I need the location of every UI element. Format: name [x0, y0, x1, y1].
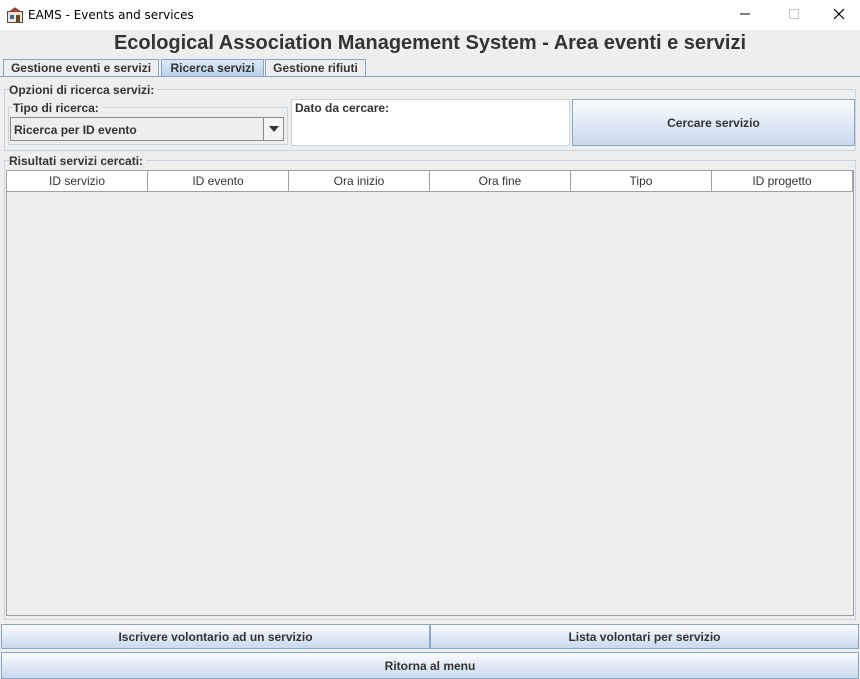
- search-type-select[interactable]: Ricerca per ID evento: [10, 117, 284, 141]
- window-title: EAMS - Events and services: [28, 8, 194, 22]
- search-type-value: Ricerca per ID evento: [14, 123, 137, 137]
- close-icon: [833, 8, 845, 23]
- enroll-volunteer-button[interactable]: Iscrivere volontario ad un servizio: [1, 624, 430, 649]
- window-titlebar: EAMS - Events and services: [0, 0, 860, 30]
- minimize-button[interactable]: [722, 0, 768, 30]
- tab-gestione-eventi-servizi[interactable]: Gestione eventi e servizi: [3, 59, 159, 77]
- tab-gestione-rifiuti[interactable]: Gestione rifiuti: [265, 59, 366, 77]
- results-table[interactable]: ID servizio ID evento Ora inizio Ora fin…: [6, 170, 854, 616]
- maximize-button[interactable]: [771, 0, 817, 30]
- search-options-label: Opzioni di ricerca servizi:: [9, 83, 158, 97]
- minimize-icon: [739, 8, 751, 23]
- search-data-label: Dato da cercare:: [295, 101, 393, 115]
- back-to-menu-button[interactable]: Ritorna al menu: [1, 652, 859, 679]
- results-label: Risultati servizi cercati:: [9, 154, 147, 168]
- close-button[interactable]: [816, 0, 860, 30]
- search-type-label: Tipo di ricerca:: [13, 101, 102, 115]
- search-data-input[interactable]: [297, 120, 563, 140]
- results-table-header: ID servizio ID evento Ora inizio Ora fin…: [7, 171, 853, 192]
- column-header-ora-inizio[interactable]: Ora inizio: [289, 171, 430, 191]
- column-header-tipo[interactable]: Tipo: [571, 171, 712, 191]
- search-service-button[interactable]: Cercare servizio: [572, 99, 855, 146]
- column-header-id-servizio[interactable]: ID servizio: [7, 171, 148, 191]
- maximize-icon: [788, 8, 800, 23]
- column-header-id-progetto[interactable]: ID progetto: [712, 171, 853, 191]
- tabs-divider: [0, 76, 860, 77]
- page-title: Ecological Association Management System…: [113, 32, 747, 54]
- chevron-down-icon[interactable]: [263, 118, 283, 140]
- column-header-ora-fine[interactable]: Ora fine: [430, 171, 571, 191]
- volunteer-list-button[interactable]: Lista volontari per servizio: [430, 624, 859, 649]
- app-icon: [7, 7, 23, 23]
- tab-ricerca-servizi[interactable]: Ricerca servizi: [161, 59, 264, 77]
- column-header-id-evento[interactable]: ID evento: [148, 171, 289, 191]
